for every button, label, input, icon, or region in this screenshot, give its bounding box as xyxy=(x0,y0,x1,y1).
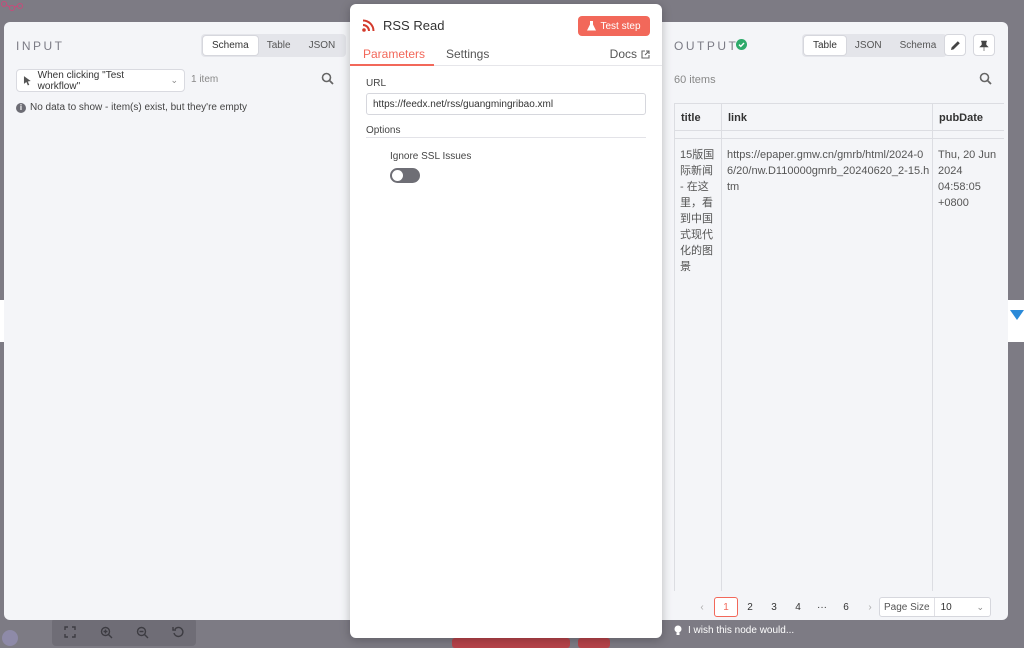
output-title: OUTPUT xyxy=(674,39,739,53)
node-header: RSS Read xyxy=(362,18,444,33)
table-cell-pubdate: Thu, 20 Jun 2024 04:58:05 +0800 xyxy=(938,149,997,209)
node-tabs: Parameters Settings Docs xyxy=(350,44,662,66)
fit-view-button[interactable] xyxy=(52,618,88,646)
canvas-node-edge-right xyxy=(1008,300,1024,342)
search-icon xyxy=(979,72,992,85)
column-divider xyxy=(932,103,933,591)
input-item-count: 1 item xyxy=(191,74,219,85)
column-header-pubdate[interactable]: pubDate xyxy=(939,112,983,124)
prev-page-button[interactable]: ‹ xyxy=(690,597,714,617)
flask-icon xyxy=(587,21,597,31)
table-header: title link pubDate xyxy=(675,103,1004,131)
tab-parameters[interactable]: Parameters xyxy=(363,47,425,61)
output-table: title link pubDate 15版国际新闻 - 在这里，看到中国式现代… xyxy=(674,103,1004,591)
input-view-schema[interactable]: Schema xyxy=(203,36,258,55)
page-size-label: Page Size xyxy=(880,598,935,616)
feedback-label: I wish this node would... xyxy=(688,625,795,636)
active-tab-indicator xyxy=(350,64,434,66)
ignore-ssl-toggle[interactable] xyxy=(390,168,420,183)
zoom-in-icon xyxy=(100,626,112,638)
canvas-delete-button[interactable] xyxy=(578,638,610,648)
chevron-down-icon: ⌄ xyxy=(170,75,178,85)
trigger-node-select[interactable]: When clicking "Test workflow" ⌄ xyxy=(16,69,185,92)
canvas-toolbar xyxy=(52,618,196,646)
zoom-out-button[interactable] xyxy=(124,618,160,646)
empty-data-message: No data to show - item(s) exist, but the… xyxy=(30,102,247,113)
search-icon xyxy=(321,72,334,85)
pencil-icon xyxy=(950,40,960,50)
external-link-icon xyxy=(641,49,650,59)
lightbulb-icon xyxy=(674,625,682,635)
undo-icon xyxy=(172,626,184,638)
url-input[interactable]: https://feedx.net/rss/guangmingribao.xml xyxy=(366,93,646,115)
column-header-link[interactable]: link xyxy=(728,112,747,124)
output-panel: OUTPUT Table JSON Schema 60 items title … xyxy=(662,22,1008,620)
pin-icon xyxy=(979,40,989,51)
docs-label: Docs xyxy=(609,47,637,61)
canvas-execute-button[interactable] xyxy=(452,638,570,648)
input-search-button[interactable] xyxy=(321,72,337,88)
triangle-icon xyxy=(1010,310,1024,320)
output-view-table[interactable]: Table xyxy=(804,36,846,55)
output-view-switch: Table JSON Schema xyxy=(802,34,948,57)
node-settings-panel: RSS Read Test step Parameters Settings D… xyxy=(350,4,662,638)
output-view-schema[interactable]: Schema xyxy=(891,36,946,55)
input-view-json[interactable]: JSON xyxy=(300,36,345,55)
page-6-button[interactable]: 6 xyxy=(834,597,858,617)
input-view-switch: Schema Table JSON xyxy=(201,34,347,57)
output-item-count: 60 items xyxy=(674,74,716,86)
url-label: URL xyxy=(366,78,387,89)
reset-zoom-button[interactable] xyxy=(160,618,196,646)
pagination: ‹ 1 2 3 4 ··· 6 › xyxy=(690,597,882,617)
table-cell-link: https://epaper.gmw.cn/gmrb/html/2024-06/… xyxy=(727,149,930,193)
info-icon: i xyxy=(16,102,26,113)
pin-data-button[interactable] xyxy=(973,34,995,56)
tab-settings[interactable]: Settings xyxy=(446,47,489,61)
chevron-down-icon: ⌄ xyxy=(976,601,984,612)
fullscreen-icon xyxy=(64,626,76,638)
empty-data-notice: i No data to show - item(s) exist, but t… xyxy=(16,102,247,113)
page-1-button[interactable]: 1 xyxy=(714,597,738,617)
page-4-button[interactable]: 4 xyxy=(786,597,810,617)
page-3-button[interactable]: 3 xyxy=(762,597,786,617)
rss-icon xyxy=(362,19,375,32)
output-search-button[interactable] xyxy=(979,72,995,88)
cursor-icon xyxy=(23,76,31,86)
zoom-out-icon xyxy=(136,626,148,638)
node-feedback-link[interactable]: I wish this node would... xyxy=(674,625,794,636)
output-view-json[interactable]: JSON xyxy=(846,36,891,55)
input-panel: INPUT Schema Table JSON When clicking "T… xyxy=(4,22,350,620)
toggle-knob xyxy=(392,170,403,181)
column-divider xyxy=(721,103,722,591)
success-check-icon xyxy=(736,39,747,50)
page-size-value: 10 xyxy=(940,601,952,613)
node-title[interactable]: RSS Read xyxy=(383,18,444,33)
options-divider xyxy=(366,137,646,138)
test-step-label: Test step xyxy=(600,20,641,32)
docs-link[interactable]: Docs xyxy=(610,47,650,61)
test-step-button[interactable]: Test step xyxy=(578,16,650,36)
table-spacer-row xyxy=(675,131,1004,139)
table-cell-title: 15版国际新闻 - 在这里，看到中国式现代化的图景 xyxy=(680,149,715,273)
page-2-button[interactable]: 2 xyxy=(738,597,762,617)
zoom-in-button[interactable] xyxy=(88,618,124,646)
more-pages-button[interactable]: ··· xyxy=(810,597,834,617)
input-view-table[interactable]: Table xyxy=(258,36,300,55)
workflow-logo-icon xyxy=(1,1,23,11)
edit-output-button[interactable] xyxy=(944,34,966,56)
user-avatar xyxy=(2,630,18,646)
trigger-node-label: When clicking "Test workflow" xyxy=(37,69,125,92)
input-title: INPUT xyxy=(16,39,65,53)
column-header-title[interactable]: title xyxy=(681,112,701,124)
page-size-select[interactable]: Page Size 10 ⌄ xyxy=(879,597,991,617)
options-label: Options xyxy=(366,125,401,136)
ignore-ssl-label: Ignore SSL Issues xyxy=(390,151,472,162)
